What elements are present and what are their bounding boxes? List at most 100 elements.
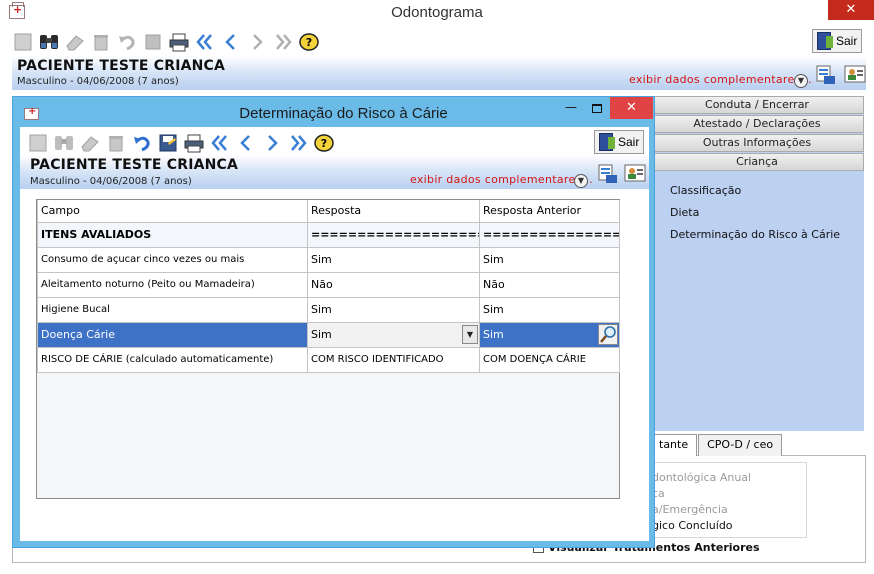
trash-icon[interactable] bbox=[105, 132, 127, 154]
table-row[interactable]: ITENS AVALIADOS ================== ======… bbox=[37, 221, 620, 248]
magnifier-icon[interactable] bbox=[598, 323, 618, 345]
main-toolbar: ? bbox=[12, 30, 324, 54]
new-icon[interactable] bbox=[12, 31, 34, 53]
tab-crianca[interactable]: Criança bbox=[650, 153, 864, 171]
help-icon[interactable]: ? bbox=[313, 132, 335, 154]
main-patient-name: PACIENTE TESTE CRIANCA bbox=[17, 58, 226, 74]
tab-atestado-declaracoes[interactable]: Atestado / Declarações bbox=[650, 115, 864, 133]
first-record-icon[interactable] bbox=[194, 31, 216, 53]
dialog-patient-docs-icon[interactable] bbox=[597, 163, 617, 183]
dialog-sair-button[interactable]: Sair bbox=[594, 130, 645, 154]
main-close-button[interactable]: ✕ bbox=[828, 0, 874, 20]
cell-resposta[interactable]: Sim bbox=[307, 246, 480, 273]
cell-anterior: Não bbox=[479, 271, 620, 298]
svg-text:?: ? bbox=[321, 137, 327, 150]
cell-campo: ITENS AVALIADOS bbox=[37, 221, 308, 248]
menu-item-classificacao[interactable]: Classificação bbox=[670, 184, 741, 197]
undo-icon[interactable] bbox=[116, 31, 138, 53]
table-row[interactable]: Aleitamento noturno (Peito ou Mamadeira)… bbox=[37, 271, 620, 298]
new-icon[interactable] bbox=[27, 132, 49, 154]
help-icon[interactable]: ? bbox=[298, 31, 320, 53]
last-record-icon[interactable] bbox=[272, 31, 294, 53]
resposta-select-value[interactable]: Sim bbox=[311, 328, 332, 341]
cell-campo: Higiene Bucal bbox=[37, 296, 308, 323]
dialog-chevron-down-icon[interactable]: ▼ bbox=[574, 174, 588, 188]
cell-anterior: =========================== bbox=[479, 221, 620, 248]
dialog-patient-band: PACIENTE TESTE CRIANCA Masculino - 04/06… bbox=[20, 155, 649, 189]
next-record-icon[interactable] bbox=[261, 132, 283, 154]
column-header-campo[interactable]: Campo bbox=[37, 200, 308, 223]
next-record-icon[interactable] bbox=[246, 31, 268, 53]
trash-icon[interactable] bbox=[90, 31, 112, 53]
table-row[interactable]: RISCO DE CÁRIE (calculado automaticament… bbox=[37, 346, 620, 373]
cell-anterior: Sim bbox=[479, 296, 620, 323]
dialog-close-button[interactable]: ✕ bbox=[610, 97, 653, 119]
cell-resposta[interactable]: =========================== bbox=[307, 221, 480, 248]
exit-door-icon bbox=[817, 32, 833, 50]
first-record-icon[interactable] bbox=[209, 132, 231, 154]
svg-text:?: ? bbox=[306, 36, 312, 49]
cell-anterior-text: Sim bbox=[483, 328, 504, 341]
edit-icon[interactable] bbox=[142, 31, 164, 53]
exit-door-icon bbox=[599, 133, 615, 151]
main-patient-docs-icon[interactable] bbox=[815, 64, 835, 84]
eraser-icon[interactable] bbox=[79, 132, 101, 154]
cell-resposta-editor[interactable]: Sim ▼ bbox=[307, 321, 480, 348]
dialog-sair-label: Sair bbox=[618, 135, 640, 149]
menu-item-risco-carie[interactable]: Determinação do Risco à Cárie bbox=[670, 228, 840, 241]
main-titlebar: Odontograma ✕ bbox=[0, 0, 874, 26]
print-icon[interactable] bbox=[183, 132, 205, 154]
main-exibir-dados-link[interactable]: exibir dados complementares... bbox=[629, 73, 812, 86]
print-icon[interactable] bbox=[168, 31, 190, 53]
main-chevron-down-icon[interactable]: ▼ bbox=[794, 74, 808, 88]
main-patient-band: PACIENTE TESTE CRIANCA Masculino - 04/06… bbox=[12, 56, 866, 90]
dialog-exibir-dados-link[interactable]: exibir dados complementares... bbox=[410, 173, 593, 186]
table-row[interactable]: Higiene Bucal Sim Sim bbox=[37, 296, 620, 323]
legend-line: a/Emergência bbox=[652, 503, 728, 516]
risco-grid: Campo Resposta Resposta Anterior ITENS A… bbox=[36, 199, 620, 499]
cell-resposta[interactable]: COM RISCO IDENTIFICADO bbox=[307, 346, 480, 373]
dialog-title: Determinação do Risco à Cárie bbox=[239, 105, 448, 122]
table-header-row: Campo Resposta Resposta Anterior bbox=[37, 200, 620, 223]
last-record-icon[interactable] bbox=[287, 132, 309, 154]
undo-icon[interactable] bbox=[131, 132, 153, 154]
main-sair-label: Sair bbox=[836, 34, 858, 48]
cell-resposta[interactable]: Sim bbox=[307, 296, 480, 323]
binoculars-icon[interactable] bbox=[38, 31, 60, 53]
chevron-down-icon[interactable]: ▼ bbox=[462, 324, 478, 344]
cell-campo-text: Doença Cárie bbox=[41, 328, 115, 341]
cell-campo: Doença Cárie bbox=[37, 321, 308, 348]
risco-table: Campo Resposta Resposta Anterior ITENS A… bbox=[37, 200, 620, 373]
tab-conduta-encerrar[interactable]: Conduta / Encerrar bbox=[650, 96, 864, 114]
dialog-maximize-button[interactable] bbox=[586, 99, 608, 119]
cell-resposta[interactable]: Não bbox=[307, 271, 480, 298]
main-sair-button[interactable]: Sair bbox=[812, 29, 863, 53]
cell-anterior: Sim bbox=[479, 321, 620, 348]
dialog-body: ? Sair PACIENTE TESTE CRIANCA Masculino … bbox=[20, 127, 649, 541]
dialog-patient-info: Masculino - 04/06/2008 (7 anos) bbox=[30, 176, 192, 187]
legend-line: dontológica Anual bbox=[652, 471, 752, 484]
dialog-patient-card-icon[interactable] bbox=[624, 163, 646, 183]
cell-campo: Consumo de açucar cinco vezes ou mais bbox=[37, 246, 308, 273]
previous-record-icon[interactable] bbox=[220, 31, 242, 53]
tab-tratamento-restante[interactable]: tante bbox=[650, 434, 698, 456]
dialog-minimize-button[interactable]: — bbox=[560, 99, 582, 119]
bottom-tabs: tante CPO-D / ceo bbox=[650, 434, 783, 456]
table-row[interactable]: Consumo de açucar cinco vezes ou mais Si… bbox=[37, 246, 620, 273]
binoculars-icon[interactable] bbox=[53, 132, 75, 154]
dialog-toolbar: ? bbox=[27, 131, 339, 155]
menu-item-dieta[interactable]: Dieta bbox=[670, 206, 699, 219]
table-row-selected[interactable]: Doença Cárie Sim ▼ Sim bbox=[37, 321, 620, 348]
column-header-resposta[interactable]: Resposta bbox=[307, 200, 480, 223]
main-window-title: Odontograma bbox=[391, 4, 483, 21]
save-icon[interactable] bbox=[157, 132, 179, 154]
tab-cpod-ceo[interactable]: CPO-D / ceo bbox=[698, 434, 783, 456]
column-header-resposta-anterior[interactable]: Resposta Anterior bbox=[479, 200, 620, 223]
tab-outras-informacoes[interactable]: Outras Informações bbox=[650, 134, 864, 152]
eraser-icon[interactable] bbox=[64, 31, 86, 53]
dialog-patient-name: PACIENTE TESTE CRIANCA bbox=[30, 157, 239, 173]
cell-anterior: COM DOENÇA CÁRIE bbox=[479, 346, 620, 373]
main-patient-info: Masculino - 04/06/2008 (7 anos) bbox=[17, 76, 179, 87]
main-patient-card-icon[interactable] bbox=[844, 64, 866, 84]
previous-record-icon[interactable] bbox=[235, 132, 257, 154]
